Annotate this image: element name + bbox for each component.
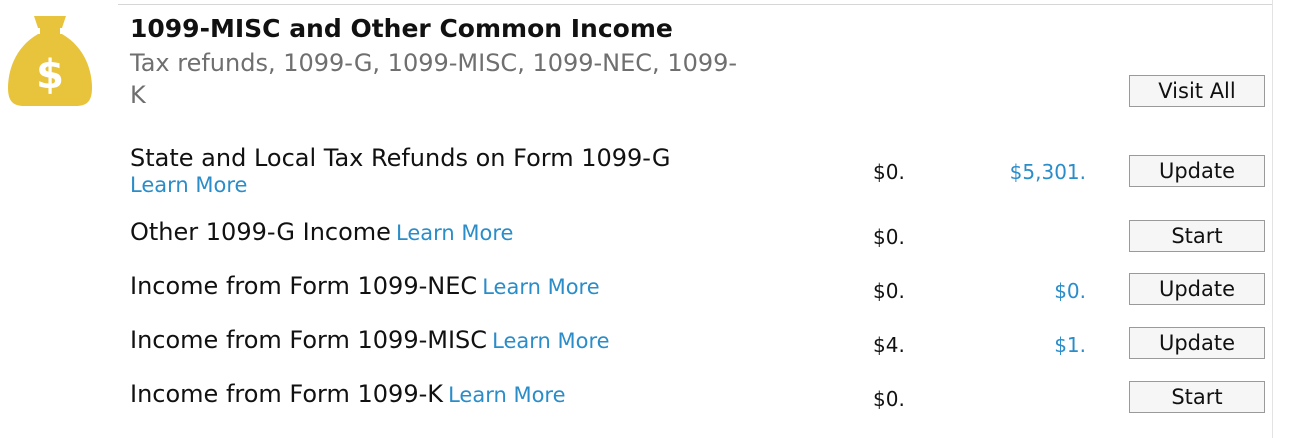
update-button[interactable]: Update <box>1129 273 1265 305</box>
right-divider <box>1272 0 1273 438</box>
prior-year-amount: $0. <box>873 387 905 411</box>
prior-year-amount: $0. <box>873 279 905 303</box>
section-subtitle: Tax refunds, 1099-G, 1099-MISC, 1099-NEC… <box>130 49 738 109</box>
start-button[interactable]: Start <box>1129 381 1265 413</box>
current-year-amount: $1. <box>1054 333 1086 357</box>
income-row-state-refunds: State and Local Tax Refunds on Form 1099… <box>130 143 770 197</box>
income-row-1099k: Income from Form 1099-K Learn More <box>130 379 566 409</box>
prior-year-amount: $0. <box>873 225 905 249</box>
learn-more-link[interactable]: Learn More <box>130 173 247 197</box>
section-title: 1099-MISC and Other Common Income <box>130 14 673 43</box>
prior-year-amount: $4. <box>873 333 905 357</box>
start-button[interactable]: Start <box>1129 220 1265 252</box>
income-row-1099nec: Income from Form 1099-NEC Learn More <box>130 271 600 301</box>
visit-all-button[interactable]: Visit All <box>1129 75 1265 107</box>
update-button[interactable]: Update <box>1129 327 1265 359</box>
prior-year-amount: $0. <box>873 160 905 184</box>
current-year-amount: $5,301. <box>1009 160 1086 184</box>
learn-more-link[interactable]: Learn More <box>396 221 513 245</box>
svg-text:$: $ <box>36 52 64 98</box>
top-divider <box>118 4 1272 5</box>
learn-more-link[interactable]: Learn More <box>448 383 565 407</box>
row-label: Income from Form 1099-NEC <box>130 272 478 300</box>
row-label: Income from Form 1099-MISC <box>130 326 488 354</box>
update-button[interactable]: Update <box>1129 155 1265 187</box>
row-label: Other 1099-G Income <box>130 218 391 246</box>
learn-more-link[interactable]: Learn More <box>482 275 599 299</box>
learn-more-link[interactable]: Learn More <box>492 329 609 353</box>
money-bag-icon: $ <box>8 16 92 106</box>
row-label: State and Local Tax Refunds on Form 1099… <box>130 144 671 172</box>
row-label: Income from Form 1099-K <box>130 380 443 408</box>
income-row-other-1099g: Other 1099-G Income Learn More <box>130 217 513 247</box>
income-row-1099misc: Income from Form 1099-MISC Learn More <box>130 325 610 355</box>
current-year-amount: $0. <box>1054 279 1086 303</box>
